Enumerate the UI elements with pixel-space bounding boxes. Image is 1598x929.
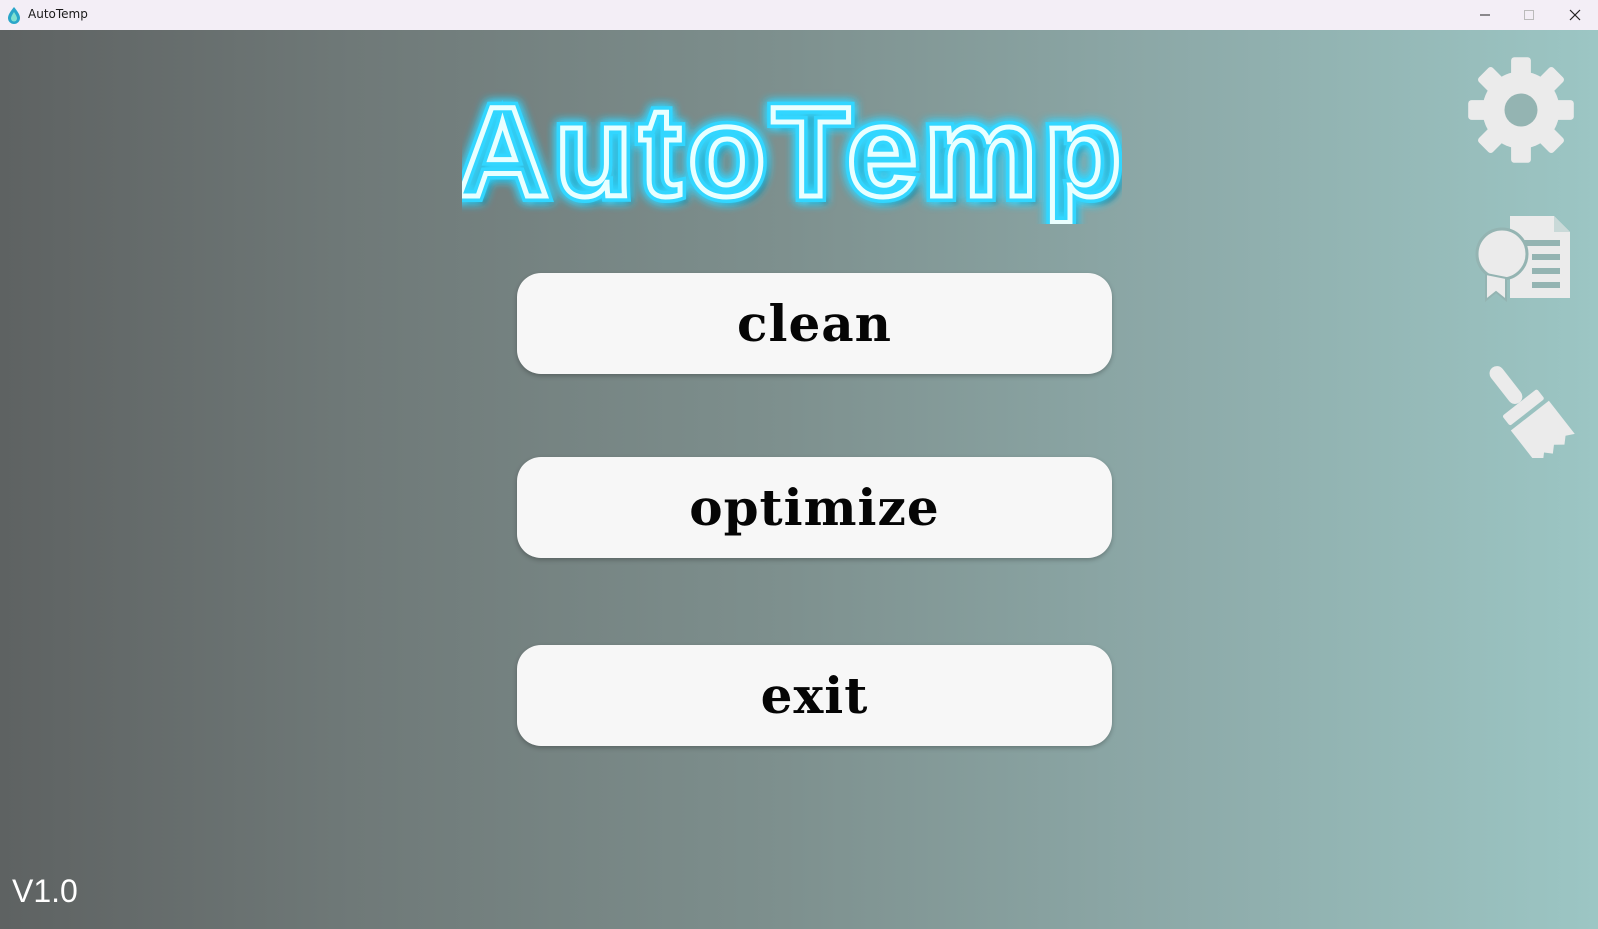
close-button[interactable] — [1552, 0, 1597, 30]
window-title: AutoTemp — [28, 7, 88, 21]
title-bar: AutoTemp — [0, 0, 1598, 30]
certificate-icon[interactable] — [1474, 212, 1574, 302]
app-logo-icon — [5, 6, 23, 24]
minimize-button[interactable] — [1462, 0, 1507, 30]
maximize-icon — [1523, 10, 1534, 20]
gear-icon[interactable] — [1466, 55, 1576, 165]
optimize-button[interactable]: optimize — [517, 457, 1112, 558]
version-label: V1.0 — [12, 873, 78, 909]
svg-text:AutoTemp: AutoTemp — [462, 81, 1122, 224]
maximize-button[interactable] — [1506, 0, 1551, 30]
exit-button[interactable]: exit — [517, 645, 1112, 746]
brush-icon[interactable] — [1472, 363, 1577, 458]
app-window: AutoTemp AutoTemp AutoTemp AutoTemp clea… — [0, 0, 1598, 929]
close-icon — [1569, 9, 1580, 21]
clean-button[interactable]: clean — [517, 273, 1112, 374]
main-area: AutoTemp AutoTemp AutoTemp clean optimiz… — [0, 30, 1598, 929]
minimize-icon — [1479, 14, 1490, 16]
autotemp-logo: AutoTemp AutoTemp AutoTemp — [462, 75, 1122, 224]
